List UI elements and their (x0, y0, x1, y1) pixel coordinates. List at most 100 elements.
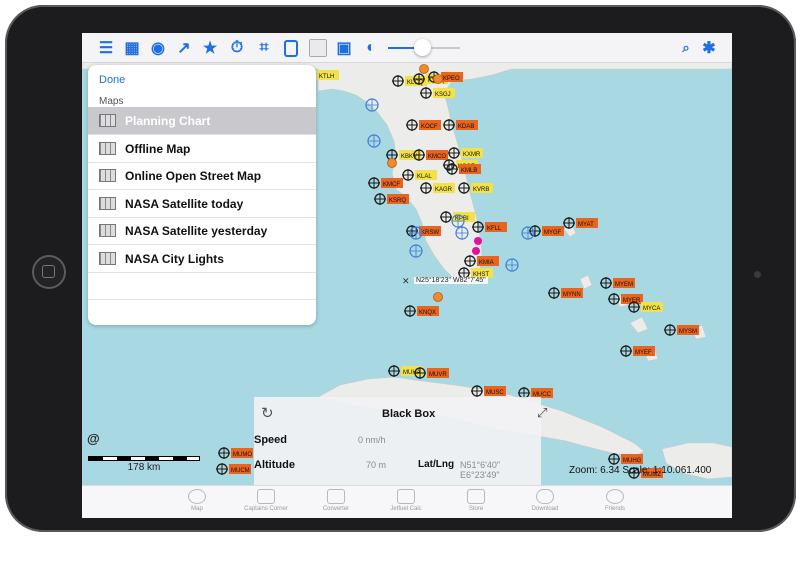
svg-text:✕: ✕ (402, 277, 410, 287)
map-option-label: NASA Satellite today (125, 196, 244, 211)
layer-box-icon[interactable] (308, 38, 328, 58)
airport-label: KMCF (383, 182, 400, 188)
cart-icon (467, 489, 485, 504)
map-icon (99, 114, 116, 127)
map-option-planning-chart[interactable]: Planning Chart (88, 107, 316, 135)
route-icon[interactable]: ↗ (174, 38, 194, 58)
home-button[interactable] (32, 255, 66, 289)
altitude-value: 70 m (366, 460, 387, 470)
tab-friends[interactable]: Friends (575, 486, 655, 518)
map-icon (99, 169, 116, 182)
tab-label: Friends (604, 506, 625, 512)
airport-label: MYEM (615, 282, 633, 288)
tab-download[interactable]: Download (505, 486, 585, 518)
airport-label: KLAL (417, 174, 432, 180)
expand-icon[interactable]: ⤢ (537, 405, 547, 421)
airport-label: MUMO (233, 452, 252, 458)
tab-label: Captains Corner (244, 506, 288, 512)
airport-label: MYAT (578, 222, 594, 228)
map-option-label: NASA City Lights (125, 251, 224, 266)
airport-label: MYSM (679, 329, 697, 335)
airport-label: KPEO (443, 76, 460, 82)
globe-icon[interactable]: ◉ (148, 38, 168, 58)
map-icon (99, 142, 116, 155)
done-button[interactable]: Done (99, 74, 125, 86)
waypoint-marker[interactable] (474, 237, 482, 245)
map-option-label: Offline Map (125, 141, 191, 156)
map-icon (99, 224, 116, 237)
tablet-frame: KTLHKLCQKVQQKSGJKPEOKDABKOCFKBKVKMCOKXMR… (5, 5, 796, 532)
airport-label: KOCF (421, 124, 438, 130)
airport-label: KSRQ (389, 198, 406, 204)
airport-label: KVRB (473, 187, 489, 193)
tab-captains-corner[interactable]: Captains Corner (226, 486, 306, 518)
tab-jetfuel-calc[interactable]: Jetfuel Calc (366, 486, 446, 518)
airport-label: KNQX (419, 310, 436, 316)
app-screen: KTLHKLCQKVQQKSGJKPEOKDABKOCFKBKVKMCOKXMR… (82, 33, 732, 518)
pin-marker[interactable] (433, 292, 443, 302)
menu-empty-row (88, 272, 316, 300)
airport-label: KMIA (479, 260, 494, 266)
map-option-nasa-city-lights[interactable]: NASA City Lights (88, 245, 316, 273)
speed-label: Speed (254, 434, 288, 446)
airport-label: MYCA (643, 306, 660, 312)
pin-marker[interactable] (433, 74, 443, 84)
cursor-marker: ✕ (402, 277, 410, 287)
pin-marker[interactable] (419, 64, 429, 74)
tab-map[interactable]: Map (157, 486, 237, 518)
star-icon[interactable]: ★ (200, 38, 220, 58)
speed-value: 0 nm/h (358, 435, 386, 445)
scale-bar: 178 km (88, 456, 200, 473)
airport-label: MUHG (623, 458, 642, 464)
tab-converter[interactable]: Converter (296, 486, 376, 518)
bug-icon[interactable]: ✱ (699, 38, 719, 58)
map-option-label: NASA Satellite yesterday (125, 223, 268, 238)
palette-icon[interactable]: ◐ (361, 38, 381, 58)
airport-label: KMCO (428, 154, 446, 160)
airport-label: MUCM (231, 468, 250, 474)
tab-label: Download (531, 506, 559, 512)
search-icon[interactable]: ⌕ (676, 38, 696, 58)
bus-icon[interactable]: ▣ (334, 38, 354, 58)
airport-label: MUVR (429, 372, 447, 378)
latlng-label: Lat/Lng (418, 459, 455, 470)
brightness-slider-thumb[interactable] (413, 39, 431, 56)
airport-label: KXMR (463, 152, 481, 158)
airport-label: KRSW (421, 230, 439, 236)
tab-label: Converter (322, 506, 350, 512)
map-option-nasa-today[interactable]: NASA Satellite today (88, 190, 316, 218)
top-toolbar: ☰ ▦ ◉ ↗ ★ ⏱ ⌗ ▣ ◐ ⌕ ✱ (82, 33, 732, 63)
map-icon[interactable]: ▦ (122, 38, 142, 58)
bottom-tab-bar: Map Captains Corner Converter Jetfuel Ca… (82, 485, 732, 518)
map-option-label: Online Open Street Map (125, 168, 262, 183)
airport-label: MYEF (635, 350, 652, 356)
airport-label: KTLH (319, 74, 334, 80)
altitude-label: Altitude (254, 459, 295, 471)
pin-marker[interactable] (387, 158, 397, 168)
airport-label: KAGR (435, 187, 453, 193)
map-option-open-street-map[interactable]: Online Open Street Map (88, 162, 316, 190)
cap-icon (257, 489, 275, 504)
friends-icon (606, 489, 624, 504)
map-option-offline-map[interactable]: Offline Map (88, 135, 316, 163)
tab-store[interactable]: Store (436, 486, 516, 518)
latlng-value: N51°6'40" E6°23'49" (460, 460, 501, 480)
fuel-icon (397, 489, 415, 504)
cloud-download-icon (536, 489, 554, 504)
scale-bar-label: 178 km (127, 462, 161, 473)
crop-icon[interactable]: ⌗ (254, 38, 274, 58)
at-sign[interactable]: @ (87, 431, 100, 446)
timer-icon[interactable]: ⏱ (227, 38, 247, 58)
tablet-icon[interactable] (281, 38, 301, 58)
equalizer-icon[interactable]: ☰ (96, 38, 116, 58)
airport-label: KSGJ (435, 92, 451, 98)
airport-label: MYGF (544, 230, 562, 236)
calculator-icon (327, 489, 345, 504)
airport-label: KDAB (458, 124, 474, 130)
airport-label: KFLL (487, 226, 502, 232)
waypoint-marker[interactable] (472, 247, 480, 255)
map-option-nasa-yesterday[interactable]: NASA Satellite yesterday (88, 217, 316, 245)
refresh-icon[interactable]: ↻ (261, 404, 274, 422)
map-icon (99, 197, 116, 210)
cursor-coordinates: N25°18'23" W82°7'45" (414, 277, 488, 284)
